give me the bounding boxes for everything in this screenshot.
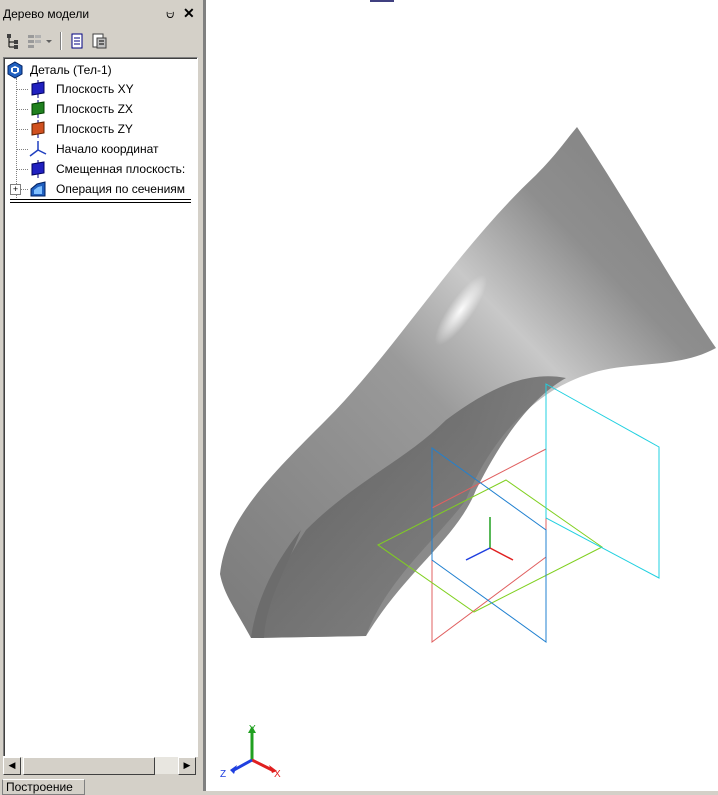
panel-header: Дерево модели ⩁ ✕ [0, 4, 200, 24]
scroll-right-button[interactable]: ▶ [178, 757, 196, 775]
tree-line [16, 129, 28, 130]
tree-item-plane-zx[interactable]: Плоскость ZX [28, 100, 194, 118]
document-icon[interactable] [68, 32, 86, 50]
origin-icon [29, 141, 47, 157]
origin-axis-x [489, 547, 514, 561]
tree-root-item[interactable]: Деталь (Тел-1) [6, 61, 194, 79]
tree-item-label: Плоскость ZX [56, 102, 133, 116]
3d-viewport[interactable]: Y X Z [204, 0, 718, 791]
tree-item-plane-xy[interactable]: Плоскость XY [28, 80, 194, 98]
selection-underline [10, 199, 191, 203]
tree-item-label: Начало координат [56, 142, 159, 156]
origin-axis-z [465, 547, 491, 561]
model-view: Y X Z [220, 127, 716, 780]
scroll-thumb[interactable] [23, 757, 155, 775]
dropdown-arrow-icon[interactable] [44, 32, 54, 50]
loft-operation-icon [30, 181, 46, 197]
tree-item-offset-plane[interactable]: Смещенная плоскость: [28, 160, 194, 178]
tree-item-loft-operation[interactable]: Операция по сечениям [28, 180, 194, 198]
plane-zx-icon [31, 100, 45, 118]
tree-line [16, 109, 28, 110]
tree-item-label: Плоскость XY [56, 82, 134, 96]
axis-label-z: Z [220, 769, 226, 780]
tree-toolbar [2, 29, 200, 53]
toolbar-separator [60, 32, 62, 50]
part-icon [7, 61, 23, 79]
tree-item-plane-zy[interactable]: Плоскость ZY [28, 120, 194, 138]
plane-offset-outline [545, 383, 660, 579]
tree-item-label: Смещенная плоскость: [56, 162, 186, 176]
tree-root-label: Деталь (Тел-1) [30, 63, 112, 77]
tree-line [20, 189, 28, 190]
tree-structure-icon[interactable] [4, 32, 22, 50]
axis-label-x: X [274, 769, 281, 780]
plane-zy-icon [31, 120, 45, 138]
tree-item-origin[interactable]: Начало координат [28, 140, 194, 158]
offset-plane-icon [31, 160, 45, 178]
pin-icon[interactable]: ⩁ [166, 7, 174, 22]
properties-icon[interactable] [90, 32, 108, 50]
close-icon[interactable]: ✕ [183, 5, 195, 22]
tab-construction[interactable]: Построение [2, 779, 85, 795]
tree-item-label: Операция по сечениям [56, 182, 186, 196]
axis-label-y: Y [249, 724, 256, 735]
model-tree-panel: Дерево модели ⩁ ✕ Деталь (Тел-1) Плоскос… [0, 0, 204, 795]
tree-line [16, 169, 28, 170]
panel-title: Дерево модели [3, 7, 90, 21]
tree-item-label: Плоскость ZY [56, 122, 133, 136]
scroll-left-button[interactable]: ◀ [3, 757, 21, 775]
model-tree: Деталь (Тел-1) Плоскость XY Плоскость ZX… [3, 57, 198, 757]
tree-line [16, 89, 28, 90]
horizontal-scrollbar[interactable]: ◀ ▶ [3, 756, 196, 775]
plane-xy-icon [31, 80, 45, 98]
filter-icon[interactable] [26, 32, 44, 50]
tree-line [16, 149, 28, 150]
tree-line [16, 78, 17, 200]
